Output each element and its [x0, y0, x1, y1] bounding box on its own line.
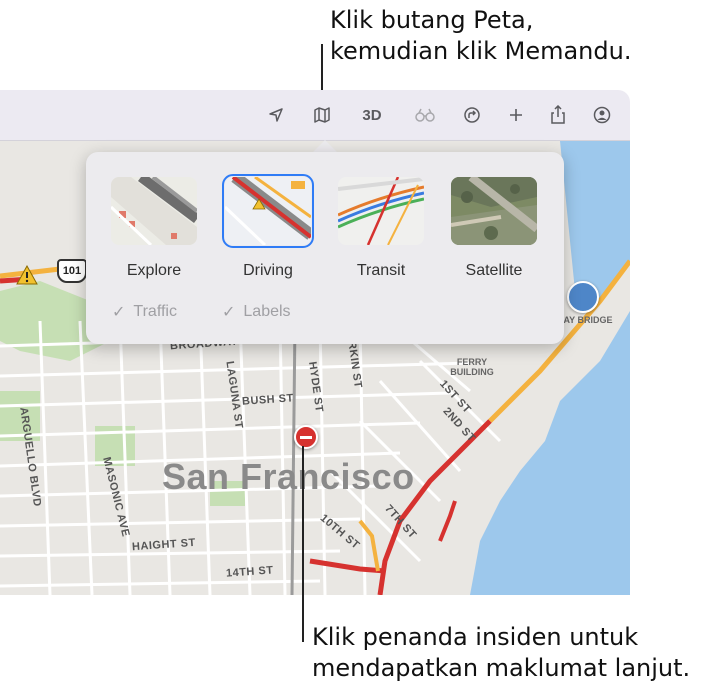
satellite-thumbnail[interactable] [451, 177, 537, 245]
callout-bottom-line1: Klik penanda insiden untuk [312, 623, 639, 651]
callout-bottom-leader [302, 446, 304, 642]
plus-icon[interactable] [504, 103, 528, 127]
driving-thumbnail[interactable] [222, 174, 314, 248]
traffic-warning-icon[interactable] [16, 264, 38, 290]
labels-checkbox[interactable]: ✓ Labels [222, 302, 291, 322]
traffic-check-icon: ✓ [112, 304, 126, 321]
transit-label[interactable]: Transit [326, 262, 436, 280]
callout-bottom-line2: mendapatkan maklumat lanjut. [312, 654, 691, 682]
driving-label[interactable]: Driving [213, 262, 323, 280]
labels-check-icon: ✓ [222, 304, 236, 321]
location-arrow-icon[interactable] [264, 103, 288, 127]
popover-arrow [313, 140, 337, 152]
route-icon[interactable] [460, 103, 484, 127]
3d-button[interactable]: 3D [358, 103, 386, 127]
incident-bar [300, 435, 312, 439]
share-icon[interactable] [546, 103, 570, 127]
map-icon[interactable] [310, 103, 334, 127]
explore-label[interactable]: Explore [99, 262, 209, 280]
callout-top-line1: Klik butang Peta, [330, 6, 534, 34]
traffic-checkbox[interactable]: ✓ Traffic [112, 302, 177, 322]
callout-bottom: Klik penanda insiden untuk mendapatkan m… [312, 622, 690, 684]
highway-101-label: 101 [62, 265, 82, 277]
map-mode-popover: Explore Driving Transit Satellite ✓ Traf… [86, 152, 564, 344]
poi-ferry-building[interactable]: FERRY BUILDING [446, 357, 498, 377]
labels-label: Labels [243, 303, 291, 320]
callout-top-line2: kemudian klik Memandu. [330, 37, 632, 65]
satellite-label[interactable]: Satellite [439, 262, 549, 280]
city-label: San Francisco [162, 456, 415, 497]
account-icon[interactable] [590, 103, 614, 127]
poi-bay-bridge[interactable]: BAY BRIDGE [557, 281, 613, 325]
explore-thumbnail[interactable] [111, 177, 197, 245]
highway-101-shield: 101 [57, 259, 87, 283]
traffic-label: Traffic [133, 303, 177, 320]
toolbar: 3D [0, 90, 630, 141]
incident-marker[interactable] [294, 425, 318, 449]
binoculars-icon[interactable] [412, 103, 438, 127]
transit-thumbnail[interactable] [338, 177, 424, 245]
callout-top: Klik butang Peta, kemudian klik Memandu. [330, 5, 631, 67]
poi-bay-bridge-label: BAY BRIDGE [557, 315, 613, 325]
bay-bridge-icon [567, 281, 599, 313]
